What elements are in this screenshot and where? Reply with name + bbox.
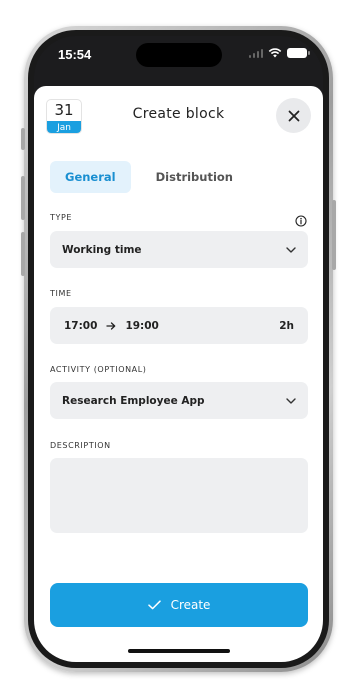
time-end[interactable]: 19:00 xyxy=(125,320,158,332)
action-button xyxy=(21,128,25,150)
date-month: Jan xyxy=(47,121,81,133)
type-label: TYPE xyxy=(50,213,73,222)
phone-screen: 15:54 31 Jan Create block General Distri xyxy=(34,36,323,662)
activity-select[interactable]: Research Employee App xyxy=(50,382,308,419)
checkmark-icon xyxy=(147,600,161,610)
power-button xyxy=(332,200,336,270)
type-select[interactable]: Working time xyxy=(50,231,308,268)
type-value: Working time xyxy=(62,243,142,256)
create-button-label: Create xyxy=(170,598,211,612)
close-button[interactable] xyxy=(276,98,311,133)
dynamic-island xyxy=(136,43,222,67)
volume-down-button xyxy=(21,232,25,276)
tab-general[interactable]: General xyxy=(50,161,131,193)
create-button[interactable]: Create xyxy=(50,583,308,627)
time-duration: 2h xyxy=(279,319,294,332)
status-icons xyxy=(248,48,310,58)
activity-label: ACTIVITY (OPTIONAL) xyxy=(50,365,147,374)
activity-value: Research Employee App xyxy=(62,394,205,407)
arrow-right-icon xyxy=(106,321,116,330)
chevron-down-icon xyxy=(286,246,296,253)
info-icon[interactable] xyxy=(295,212,307,231)
chevron-down-icon xyxy=(286,397,296,404)
signal-icon xyxy=(248,48,263,58)
status-time: 15:54 xyxy=(58,47,92,62)
tab-bar: General Distribution xyxy=(50,161,248,193)
battery-icon xyxy=(287,48,310,58)
close-icon xyxy=(288,110,299,121)
home-indicator[interactable] xyxy=(128,649,230,653)
volume-up-button xyxy=(21,176,25,220)
tab-distribution[interactable]: Distribution xyxy=(141,161,248,193)
time-range-field[interactable]: 17:00 19:00 2h xyxy=(50,307,308,344)
description-textarea[interactable] xyxy=(50,458,308,533)
time-start[interactable]: 17:00 xyxy=(64,320,97,332)
time-label: TIME xyxy=(50,289,72,298)
wifi-icon xyxy=(268,48,282,58)
description-label: DESCRIPTION xyxy=(50,441,111,450)
create-block-sheet: 31 Jan Create block General Distribution… xyxy=(34,86,323,662)
